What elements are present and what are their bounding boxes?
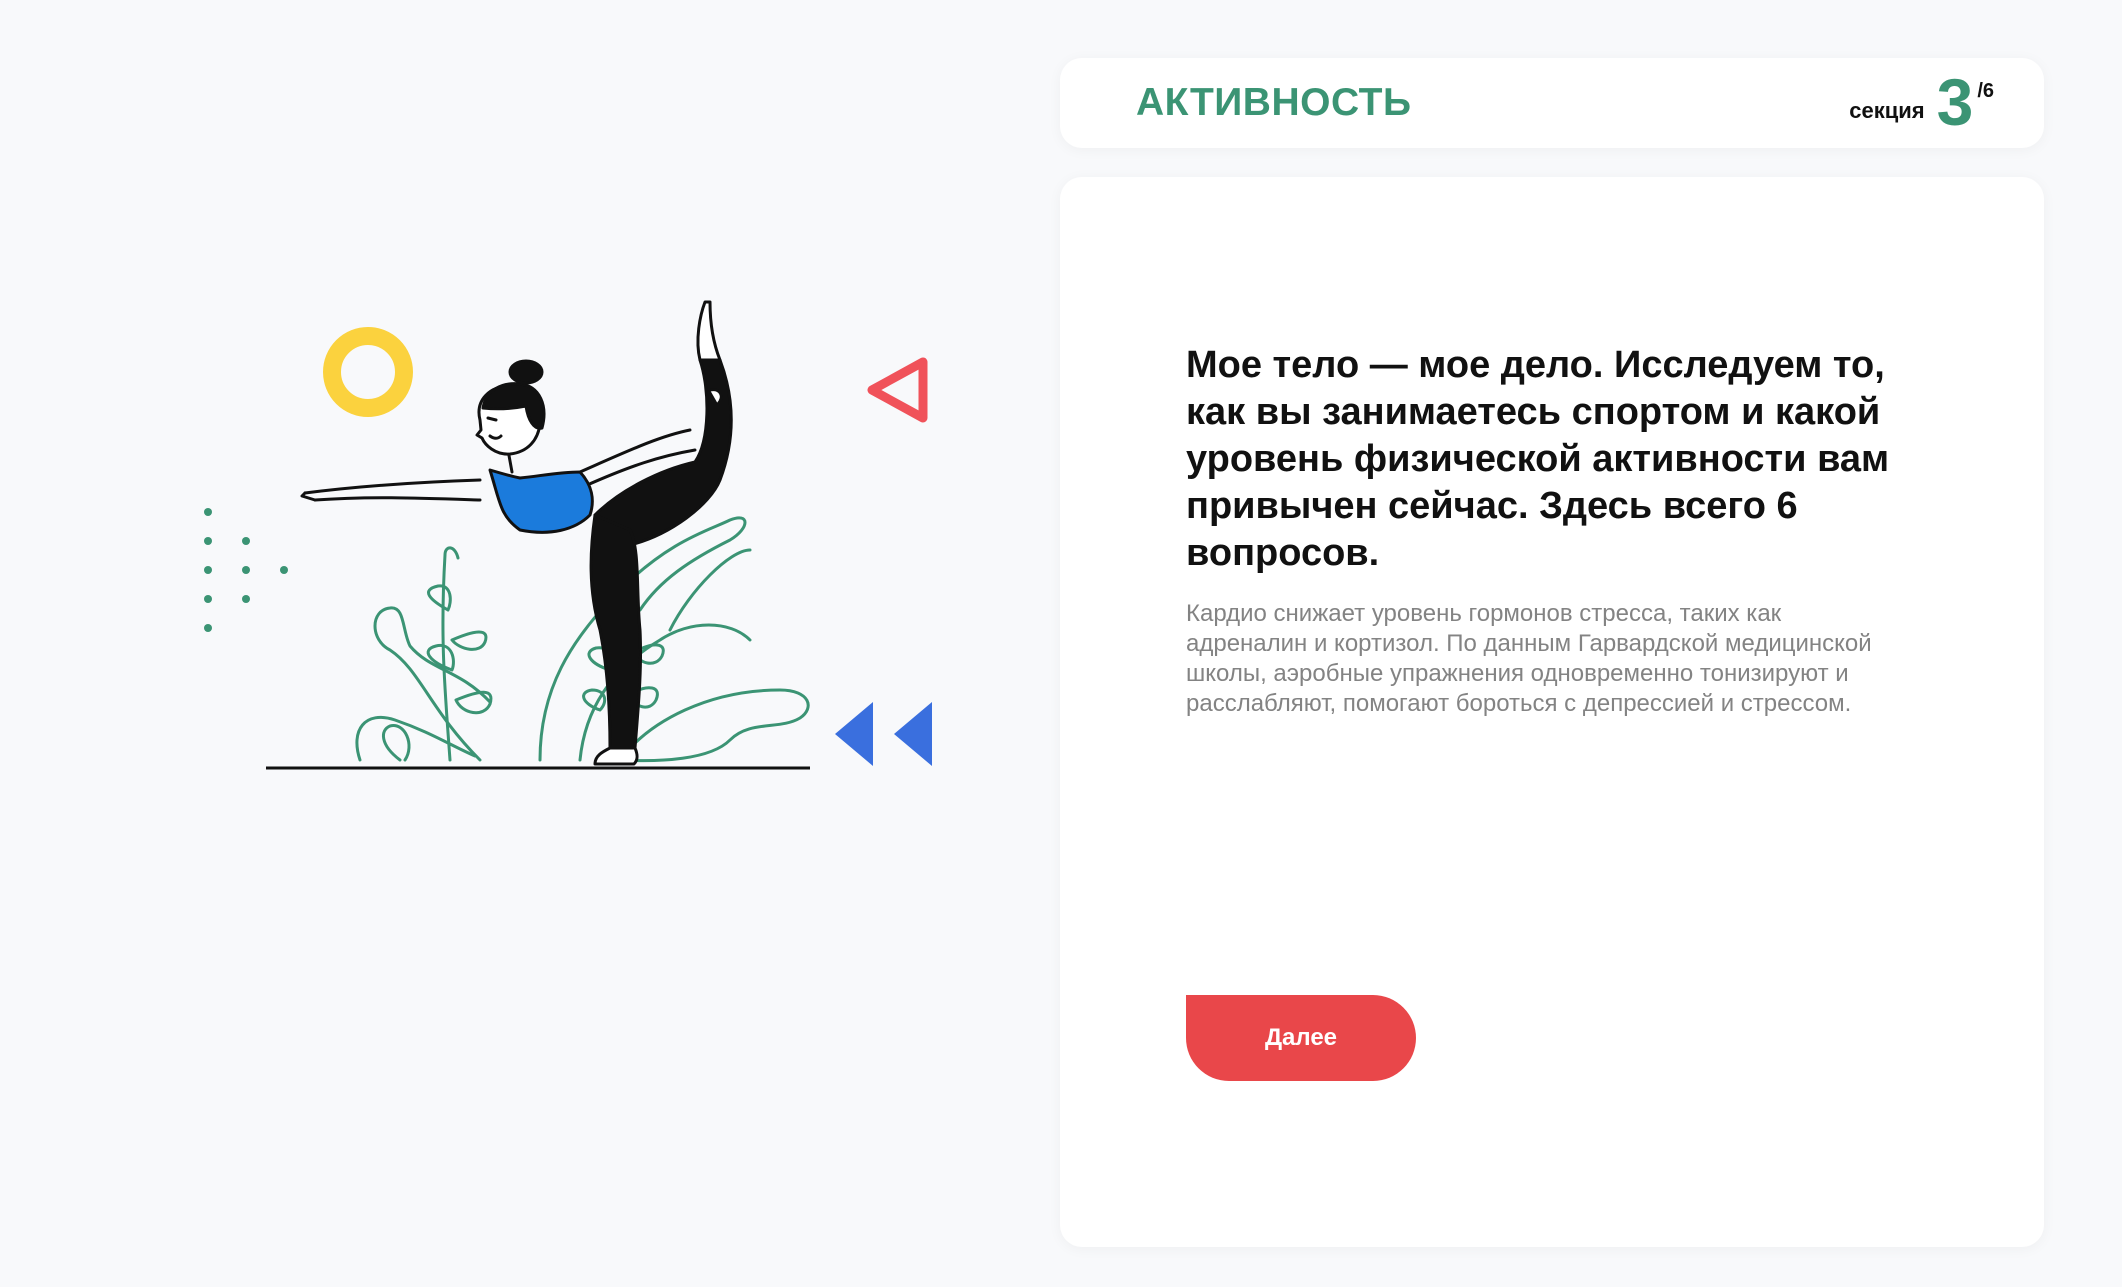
blue-triangle-icon: [835, 702, 873, 766]
yoga-illustration: [190, 290, 950, 790]
woman-yoga-dancer-pose-icon: [204, 300, 932, 770]
description: Кардио снижает уровень гормонов стресса,…: [1186, 600, 1872, 717]
section-counter-current: 3: [1936, 65, 1974, 139]
section-title: АКТИВНОСТЬ: [1136, 81, 1412, 124]
content-card: Мое тело — мое дело. Исследуем то, как в…: [1060, 177, 2044, 1247]
section-counter: секция 3 /6: [1849, 65, 1994, 139]
section-counter-total: /6: [1977, 80, 1994, 102]
yellow-ring-icon: [323, 327, 413, 417]
section-counter-label: секция: [1849, 98, 1925, 123]
section-header: АКТИВНОСТЬ секция 3 /6: [1060, 58, 2044, 148]
red-triangle-icon: [867, 357, 928, 423]
blue-triangle-icon: [894, 702, 932, 766]
woman-figure-icon: [300, 300, 733, 766]
dots-decoration-icon: [204, 508, 288, 632]
headline: Мое тело — мое дело. Исследуем то, как в…: [1186, 344, 1890, 574]
plants-decoration-icon: [355, 516, 810, 763]
next-button[interactable]: Далее: [1186, 995, 1416, 1081]
